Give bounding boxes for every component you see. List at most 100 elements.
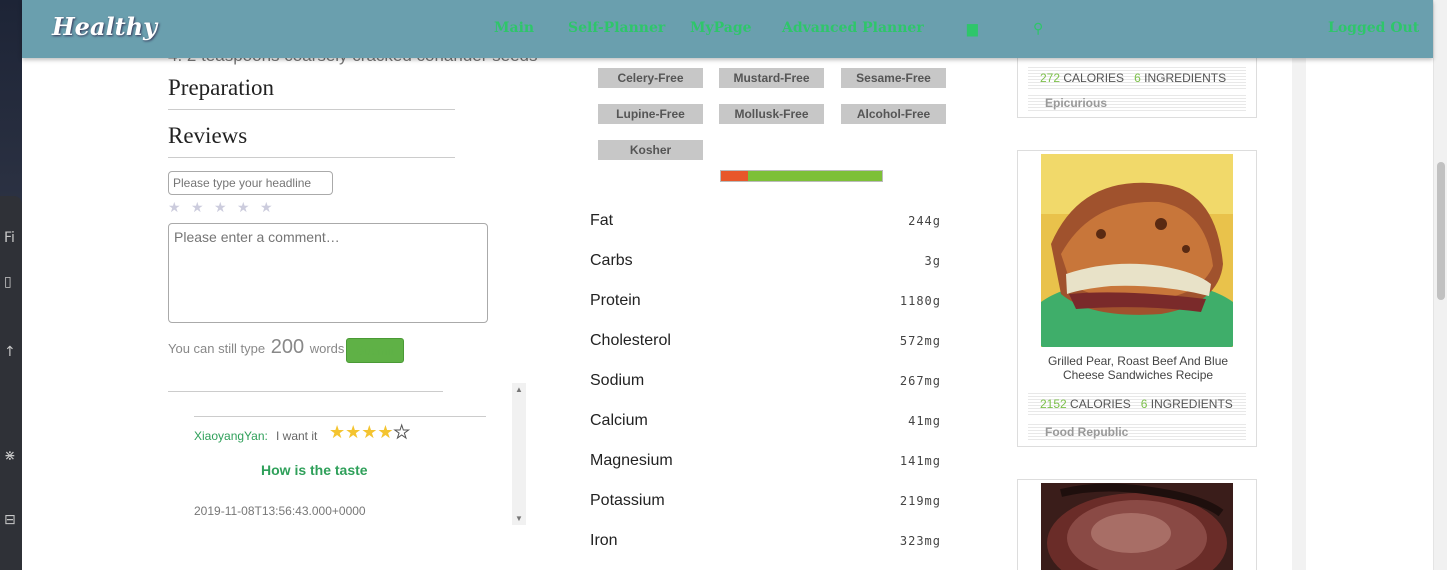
scroll-up-icon[interactable]: ▲ xyxy=(515,385,523,394)
recipe-stats: 2152 CALORIES 6 INGREDIENTS xyxy=(1028,391,1246,417)
calendar-icon[interactable]: ▆ xyxy=(967,20,978,37)
review-item: XiaoyangYan: I want it ★★★★★ How is the … xyxy=(194,416,486,518)
rating-input[interactable]: ★ ★ ★ ★ ★ xyxy=(168,199,283,217)
nutrient-label: Cholesterol xyxy=(590,332,671,349)
nutrient-row: Sodium 267mg xyxy=(590,369,950,393)
nutrient-row: Magnesium 141mg xyxy=(590,449,950,473)
health-tag: Mustard-Free xyxy=(719,68,824,88)
star-filled-icon: ★ xyxy=(329,422,346,442)
reviews-heading: Reviews xyxy=(168,123,455,158)
settings-icon[interactable]: ⋇ xyxy=(4,448,16,464)
word-counter-suffix: words xyxy=(309,341,345,356)
recipe-card[interactable]: Grilled Pear, Roast Beef And Blue Cheese… xyxy=(1017,150,1257,447)
nutrient-value: 572mg xyxy=(899,334,941,348)
review-list[interactable]: ▲ ▼ XiaoyangYan: I want it ★★★★★ How is … xyxy=(168,383,526,525)
star-filled-icon: ★ xyxy=(377,422,394,442)
star-empty-icon: ★ xyxy=(393,422,410,443)
page-scrollbar[interactable] xyxy=(1433,0,1447,570)
recipe-image[interactable] xyxy=(1027,154,1247,369)
nutrient-value: 323mg xyxy=(899,534,941,548)
nutrient-label: Sodium xyxy=(590,372,645,389)
review-title: How is the taste xyxy=(261,462,368,478)
rating-star-3[interactable]: ★ xyxy=(214,199,237,216)
right-gutter xyxy=(1292,0,1433,570)
rating-star-5[interactable]: ★ xyxy=(260,199,283,216)
review-rating: ★★★★★ xyxy=(329,422,410,443)
nutrient-label: Carbs xyxy=(590,252,633,269)
side-panel-text: Fi xyxy=(4,230,15,246)
nutrient-label: Fat xyxy=(590,212,614,229)
preparation-heading: Preparation xyxy=(168,75,455,110)
health-tag: Kosher xyxy=(598,140,703,160)
rating-star-1[interactable]: ★ xyxy=(168,199,191,216)
star-filled-icon: ★ xyxy=(345,422,362,442)
recipe-name[interactable]: Grilled Pear, Roast Beef And Blue Cheese… xyxy=(1028,354,1248,382)
desktop-side-strip: Fi ▯ ↑ ⋇ ⊟ xyxy=(0,0,22,570)
health-tag: Lupine-Free xyxy=(598,104,703,124)
health-tag: Sesame-Free xyxy=(841,68,946,88)
health-tag: Alcohol-Free xyxy=(841,104,946,124)
nutrient-value: 41mg xyxy=(908,414,941,428)
recipe-stats: 272 CALORIES 6 INGREDIENTS xyxy=(1028,65,1246,91)
rating-star-4[interactable]: ★ xyxy=(237,199,260,216)
side-panel: Fi ▯ ↑ ⋇ ⊟ xyxy=(0,196,22,570)
macro-segment xyxy=(748,171,882,181)
nutrient-value: 244g xyxy=(908,214,941,228)
health-tag: Celery-Free xyxy=(598,68,703,88)
nutrient-label: Calcium xyxy=(590,412,648,429)
calories-label: CALORIES xyxy=(1063,71,1125,85)
macro-progress-bar xyxy=(720,170,883,182)
review-text: I want it xyxy=(276,429,318,443)
nutrient-value: 267mg xyxy=(899,374,941,388)
scroll-down-icon[interactable]: ▼ xyxy=(515,514,523,523)
top-navbar: Healthy Main Self-Planner MyPage Advance… xyxy=(22,0,1433,58)
nutrient-value: 3g xyxy=(924,254,941,268)
calories-value: 2152 xyxy=(1040,397,1067,411)
site-logo[interactable]: Healthy xyxy=(52,12,157,41)
calories-value: 272 xyxy=(1040,71,1061,85)
review-list-scrollbar[interactable]: ▲ ▼ xyxy=(512,383,526,525)
nutrient-row: Calcium 41mg xyxy=(590,409,950,433)
recipe-source: Food Republic xyxy=(1028,422,1246,442)
nutrient-value: 141mg xyxy=(899,454,941,468)
macro-segment xyxy=(721,171,749,181)
nutrient-row: Carbs 3g xyxy=(590,249,950,273)
word-counter-value: 200 xyxy=(270,336,305,358)
nutrient-label: Iron xyxy=(590,532,618,549)
word-counter-prefix: You can still type xyxy=(168,341,266,356)
nutrient-label: Protein xyxy=(590,292,641,309)
star-filled-icon: ★ xyxy=(361,422,378,442)
nav-mypage[interactable]: MyPage xyxy=(690,20,752,36)
nutrient-value: 1180g xyxy=(899,294,941,308)
review-username[interactable]: XiaoyangYan: xyxy=(194,429,268,443)
headline-input[interactable] xyxy=(168,171,333,195)
ingredients-value: 6 xyxy=(1140,397,1148,411)
review-date: 2019-11-08T13:56:43.000+0000 xyxy=(194,504,366,518)
recipe-image[interactable] xyxy=(1041,483,1233,570)
nav-self-planner[interactable]: Self-Planner xyxy=(568,20,665,36)
search-icon[interactable]: ⚲ xyxy=(1033,20,1043,37)
nutrient-row: Fat 244g xyxy=(590,209,950,233)
calories-label: CALORIES xyxy=(1070,397,1131,411)
rating-star-2[interactable]: ★ xyxy=(191,199,214,216)
nav-main[interactable]: Main xyxy=(494,20,534,36)
nutrient-row: Iron 323mg xyxy=(590,529,950,553)
nutrient-label: Magnesium xyxy=(590,452,673,469)
submit-review-button[interactable]: Submit xyxy=(346,338,404,363)
nutrient-row: Cholesterol 572mg xyxy=(590,329,950,353)
exit-icon[interactable]: ⊟ xyxy=(4,512,16,528)
ingredients-label: INGREDIENTS xyxy=(1144,71,1227,85)
health-tag: Mollusk-Free xyxy=(719,104,824,124)
nutrient-row: Potassium 219mg xyxy=(590,489,950,513)
nav-advanced-planner[interactable]: Advanced Planner xyxy=(782,20,924,36)
up-arrow-icon[interactable]: ↑ xyxy=(4,344,16,360)
recipe-card[interactable] xyxy=(1017,479,1257,570)
scrollbar-thumb[interactable] xyxy=(1437,162,1445,300)
file-icon[interactable]: ▯ xyxy=(4,274,12,290)
nutrient-value: 219mg xyxy=(899,494,941,508)
logout-link[interactable]: Logged Out xyxy=(1328,20,1419,36)
ingredients-label: INGREDIENTS xyxy=(1150,397,1233,411)
word-counter: You can still type 200 words xyxy=(168,336,344,359)
ingredients-value: 6 xyxy=(1134,71,1141,85)
comment-textarea[interactable] xyxy=(168,223,488,323)
